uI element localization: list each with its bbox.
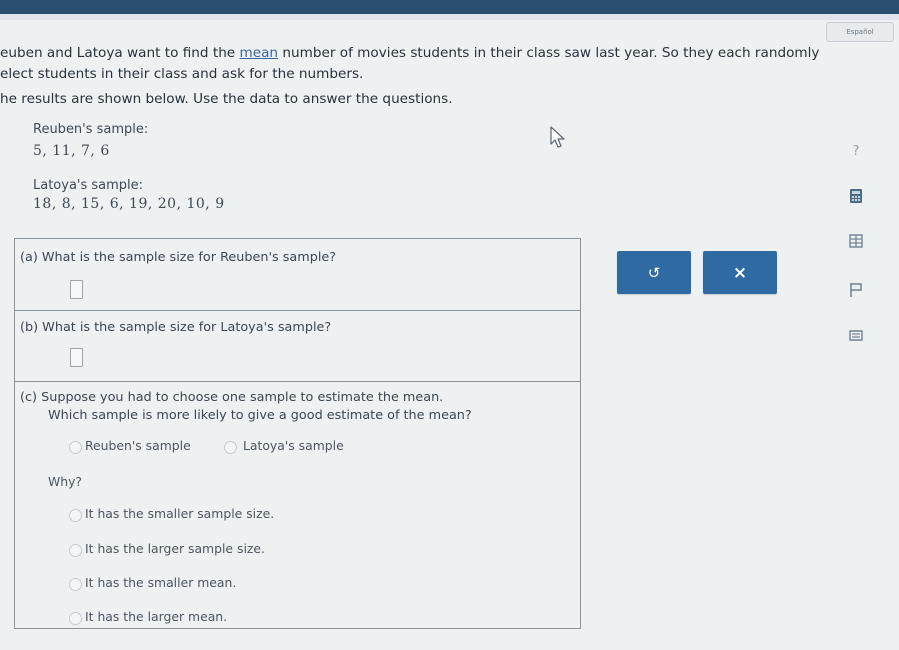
close-icon: × [732,262,748,283]
question-c-line1: (c) Suppose you had to choose one sample… [20,390,444,405]
question-c-line2: Which sample is more likely to give a go… [48,408,472,423]
undo-icon: ↺ [647,263,661,282]
intro-line1-before: euben and Latoya want to find the [0,45,240,61]
svg-text:?: ? [853,144,860,159]
question-icon[interactable]: ? [846,140,866,160]
radio-latoya-sample[interactable] [224,441,237,454]
problem-statement: euben and Latoya want to find the mean n… [0,43,890,85]
calculator-icon[interactable] [846,186,866,206]
question-a-text: (a) What is the sample size for Reuben's… [20,250,337,265]
notes-icon[interactable] [846,325,866,345]
radio-why-smaller-mean[interactable] [69,578,82,591]
data-table-icon[interactable] [846,231,866,251]
clear-button[interactable]: × [703,251,777,294]
latoya-sample-label: Latoya's sample: [33,178,144,193]
flag-icon[interactable] [846,280,866,300]
mean-definition-link[interactable]: mean [240,45,279,61]
radio-why-smaller-size[interactable] [69,509,82,522]
radio-reuben-sample[interactable] [69,441,82,454]
question-b-text: (b) What is the sample size for Latoya's… [20,320,332,335]
radio-why-larger-size[interactable] [69,544,82,557]
choice-reuben-label: Reuben's sample [85,438,191,453]
choice-latoya-label: Latoya's sample [243,438,344,453]
answer-a-input[interactable] [70,280,83,299]
question-panel: (a) What is the sample size for Reuben's… [14,238,581,629]
reuben-sample-label: Reuben's sample: [33,122,149,137]
radio-why-larger-mean[interactable] [69,612,82,625]
top-bar-shadow [0,14,899,20]
intro-line2: elect students in their class and ask fo… [0,66,364,82]
why-option-label: It has the larger sample size. [85,541,265,556]
why-option-label: It has the smaller sample size. [85,506,275,521]
why-option-label: It has the larger mean. [85,609,228,624]
answer-b-input[interactable] [70,348,83,367]
why-option-label: It has the smaller mean. [85,575,237,590]
top-bar [0,0,899,14]
question-a: (a) What is the sample size for Reuben's… [15,239,580,311]
language-toggle[interactable]: Español [826,22,894,42]
question-c: (c) Suppose you had to choose one sample… [15,382,580,627]
instructions: he results are shown below. Use the data… [0,91,453,107]
intro-line1-after: number of movies students in their class… [278,45,820,61]
reuben-sample-values: 5, 11, 7, 6 [33,143,110,159]
question-page: Español euben and Latoya want to find th… [0,0,899,650]
question-b: (b) What is the sample size for Latoya's… [15,311,580,382]
mouse-pointer-icon [550,126,565,148]
latoya-sample-values: 18, 8, 15, 6, 19, 20, 10, 9 [33,196,225,212]
why-label: Why? [48,474,83,489]
undo-button[interactable]: ↺ [617,251,691,294]
